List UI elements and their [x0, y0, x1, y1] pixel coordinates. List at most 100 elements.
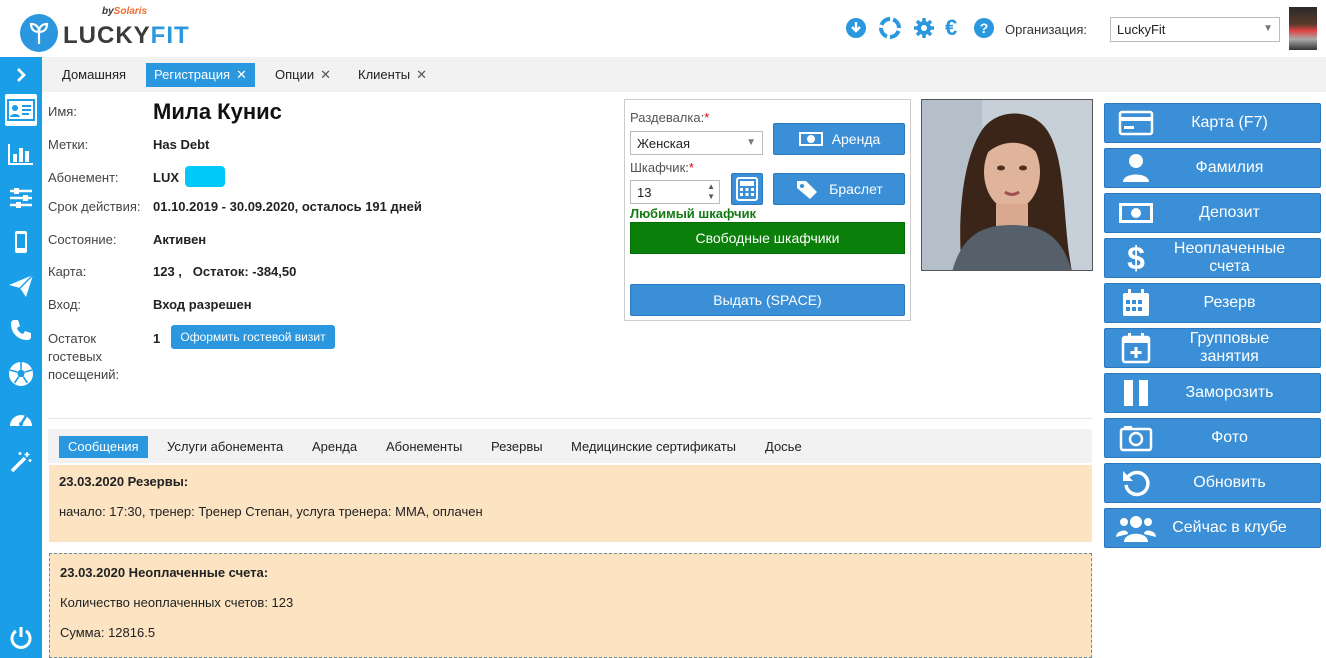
- chevron-down-icon: ▼: [746, 137, 756, 148]
- calculator-button[interactable]: [731, 173, 763, 205]
- spinner-icon[interactable]: ▲ ▼: [707, 182, 715, 202]
- section-divider: [48, 418, 1092, 419]
- camera-icon: [1113, 424, 1159, 452]
- tab-registration[interactable]: Регистрация ✕: [146, 63, 255, 87]
- reserve-button[interactable]: Резерв: [1104, 283, 1321, 323]
- guest-visit-button[interactable]: Оформить гостевой визит: [171, 325, 335, 349]
- deposit-button[interactable]: Депозит: [1104, 193, 1321, 233]
- tab-memberships[interactable]: Абонементы: [377, 436, 471, 458]
- tab-home[interactable]: Домашняя: [54, 63, 134, 87]
- message-line: начало: 17:30, тренер: Тренер Степан, ус…: [59, 504, 483, 519]
- calculator-icon: [736, 177, 758, 201]
- top-bar: bySolaris LUCKYFIT € ? Организация: Luck…: [0, 0, 1326, 57]
- membership-value: LUX: [153, 170, 179, 185]
- validity-label: Срок действия:: [48, 199, 141, 214]
- tab-messages[interactable]: Сообщения: [59, 436, 148, 458]
- dashboard-icon[interactable]: [5, 402, 37, 434]
- client-photo: [921, 99, 1093, 271]
- tags-label: Метки:: [48, 137, 89, 152]
- locker-room-value: Женская: [637, 136, 690, 151]
- logo-byline: bySolaris: [102, 6, 148, 17]
- message-line: Количество неоплаченных счетов: 123: [60, 595, 294, 610]
- tab-membership-services[interactable]: Услуги абонемента: [158, 436, 292, 458]
- bracelet-button[interactable]: Браслет: [773, 173, 905, 205]
- org-select-value: LuckyFit: [1117, 22, 1166, 37]
- card-label: Карта:: [48, 264, 87, 279]
- pause-icon: [1113, 378, 1159, 408]
- client-card-icon[interactable]: [5, 94, 37, 126]
- tab-rent[interactable]: Аренда: [303, 436, 366, 458]
- card-f7-button[interactable]: Карта (F7): [1104, 103, 1321, 143]
- org-label: Организация:: [1005, 22, 1088, 37]
- issue-button[interactable]: Выдать (SPACE): [630, 284, 905, 316]
- bracelet-button-label: Браслет: [829, 181, 883, 197]
- rent-button[interactable]: Аренда: [773, 123, 905, 155]
- message-card: 23.03.2020 Резервы: начало: 17:30, трене…: [49, 465, 1092, 542]
- money-icon: [1113, 202, 1159, 224]
- euro-icon[interactable]: €: [945, 17, 967, 39]
- status-value: Активен: [153, 232, 207, 247]
- download-icon[interactable]: [845, 17, 867, 39]
- close-icon[interactable]: ✕: [320, 67, 331, 82]
- svg-text:?: ?: [980, 20, 989, 36]
- membership-label: Абонемент:: [48, 170, 119, 185]
- lastname-button[interactable]: Фамилия: [1104, 148, 1321, 188]
- guest-visits-value: 1: [153, 331, 161, 346]
- locker-number-value: 13: [637, 185, 652, 200]
- close-icon[interactable]: ✕: [416, 67, 427, 82]
- mobile-icon[interactable]: [5, 226, 37, 258]
- locker-number-input[interactable]: 13 ▲ ▼: [630, 180, 720, 204]
- locker-label: Шкафчик:*: [630, 160, 694, 175]
- in-club-now-button[interactable]: Сейчас в клубе: [1104, 508, 1321, 548]
- user-avatar[interactable]: [1289, 7, 1317, 50]
- soccer-ball-icon[interactable]: [5, 358, 37, 390]
- paper-plane-icon[interactable]: [5, 270, 37, 302]
- chevron-down-icon: ▼: [1263, 23, 1273, 34]
- help-icon[interactable]: ?: [973, 17, 995, 39]
- status-label: Состояние:: [48, 232, 117, 247]
- card-value: 123 , Остаток: -384,50: [153, 264, 297, 279]
- validity-value: 01.10.2019 - 30.09.2020, осталось 191 дн…: [153, 199, 422, 214]
- tab-dossier[interactable]: Досье: [756, 436, 811, 458]
- free-lockers-button[interactable]: Свободные шкафчики: [630, 222, 905, 254]
- message-card: 23.03.2020 Неоплаченные счета: Количеств…: [49, 553, 1092, 658]
- unpaid-bills-button[interactable]: $ Неоплаченные счета: [1104, 238, 1321, 278]
- logo-emblem: [20, 14, 58, 52]
- phone-icon[interactable]: [5, 314, 37, 346]
- tab-clients[interactable]: Клиенты ✕: [350, 63, 435, 87]
- refresh-button[interactable]: Обновить: [1104, 463, 1321, 503]
- org-select[interactable]: LuckyFit ▼: [1110, 17, 1280, 42]
- tags-value: Has Debt: [153, 137, 210, 152]
- calendar-icon: [1113, 288, 1159, 318]
- logo-wordmark: LUCKYFIT: [63, 22, 190, 49]
- magic-wand-icon[interactable]: [5, 446, 37, 478]
- sidebar: [0, 57, 42, 658]
- tab-medical-certificates[interactable]: Медицинские сертификаты: [562, 436, 745, 458]
- message-title: 23.03.2020 Неоплаченные счета:: [60, 565, 269, 580]
- group-icon: [1113, 513, 1159, 543]
- membership-color-badge: [185, 166, 225, 187]
- power-icon[interactable]: [5, 622, 37, 654]
- locker-room-label: Раздевалка:*: [630, 110, 710, 125]
- photo-button[interactable]: Фото: [1104, 418, 1321, 458]
- group-classes-button[interactable]: Групповые занятия: [1104, 328, 1321, 368]
- guest-visits-label: Остаток гостевых посещений:: [48, 331, 120, 382]
- close-icon[interactable]: ✕: [236, 67, 247, 82]
- money-icon: [798, 132, 823, 146]
- issue-button-label: Выдать (SPACE): [713, 292, 822, 308]
- tab-options[interactable]: Опции ✕: [267, 63, 339, 87]
- client-name: Мила Кунис: [153, 99, 282, 124]
- freeze-button[interactable]: Заморозить: [1104, 373, 1321, 413]
- expand-icon[interactable]: [5, 59, 37, 91]
- tab-reserves[interactable]: Резервы: [482, 436, 552, 458]
- person-icon: [1113, 152, 1159, 184]
- lifebuoy-icon[interactable]: [879, 17, 901, 39]
- locker-room-select[interactable]: Женская ▼: [630, 131, 763, 155]
- gear-icon[interactable]: [913, 17, 935, 39]
- chart-icon[interactable]: [5, 138, 37, 170]
- logo[interactable]: bySolaris LUCKYFIT: [20, 6, 189, 52]
- name-label: Имя:: [48, 104, 77, 119]
- sliders-icon[interactable]: [5, 182, 37, 214]
- message-line: Сумма: 12816.5: [60, 625, 156, 640]
- tab-bar: Домашняя Регистрация ✕ Опции ✕ Клиенты ✕: [42, 57, 1326, 92]
